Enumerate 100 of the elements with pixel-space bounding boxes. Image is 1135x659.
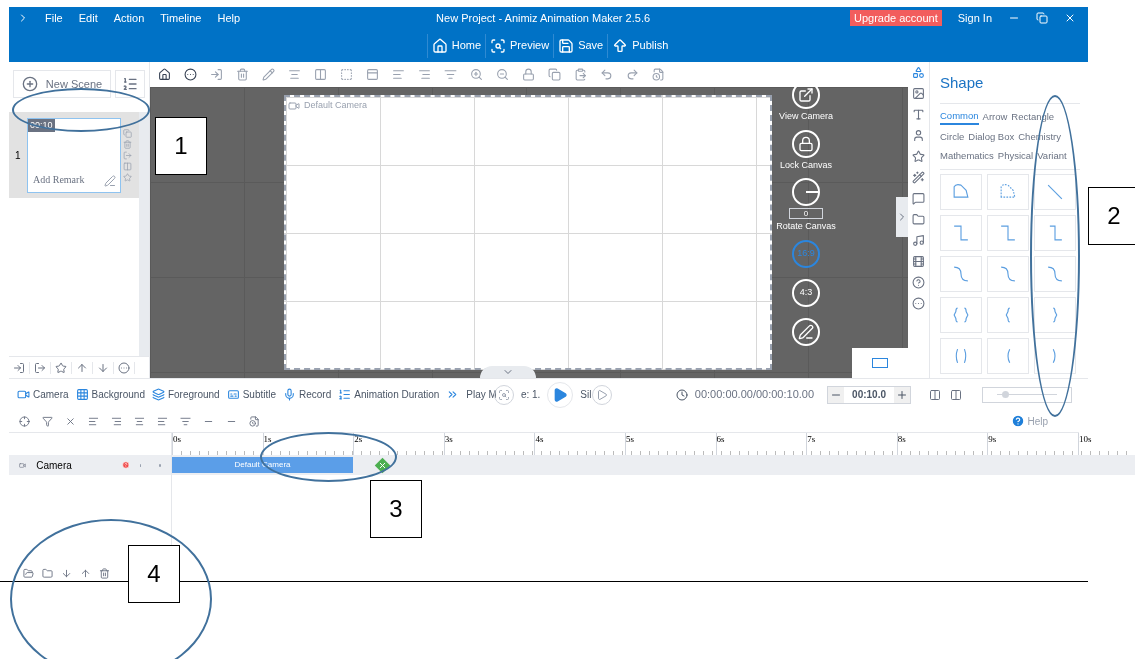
category-tab[interactable]: Mathematics (940, 149, 994, 164)
plus-icon[interactable] (896, 388, 908, 401)
copy-icon[interactable] (548, 68, 561, 81)
timeline-tool-button[interactable]: Subtitle (226, 387, 276, 402)
shape-tile[interactable] (1034, 256, 1076, 293)
export-icon[interactable] (34, 361, 46, 374)
align-icon[interactable] (157, 415, 168, 427)
shape-tile[interactable] (1034, 174, 1076, 211)
shape-tile[interactable] (940, 215, 982, 252)
align-icon[interactable] (134, 415, 145, 427)
shape-tile[interactable] (987, 297, 1029, 334)
text-icon[interactable] (912, 108, 925, 121)
category-tab[interactable]: Circle (940, 129, 965, 144)
slider-thumb[interactable] (1001, 391, 1009, 398)
move-down-icon[interactable] (97, 361, 109, 374)
timeline-tool-button[interactable]: Camera (17, 387, 69, 402)
new-scene-button[interactable]: New Scene (13, 70, 111, 98)
help-icon[interactable] (1011, 414, 1026, 428)
schedule-icon[interactable] (652, 68, 665, 81)
enter-icon[interactable] (210, 68, 223, 81)
redo-icon[interactable] (626, 68, 639, 81)
aspect-ratio-button[interactable]: 4:3 (792, 278, 820, 307)
edit-icon[interactable] (104, 174, 116, 187)
effect-icon[interactable] (912, 171, 925, 184)
home-icon[interactable] (158, 68, 171, 81)
scene-action-icon[interactable] (123, 161, 132, 171)
menu-item[interactable]: Timeline (160, 9, 202, 27)
shape-tile[interactable] (940, 256, 982, 293)
edit-icon[interactable] (262, 68, 275, 81)
duration-stepper[interactable]: 00:10.0 (827, 385, 911, 404)
zoom-slider[interactable] (982, 386, 1072, 403)
canvas-control-button[interactable] (792, 129, 820, 158)
paste-icon[interactable] (574, 68, 587, 81)
menu-item[interactable]: Edit (78, 9, 98, 27)
favorite-icon[interactable] (55, 361, 67, 374)
menu-item[interactable]: File (45, 9, 63, 27)
character-icon[interactable] (912, 129, 925, 142)
move-up-icon[interactable] (80, 567, 91, 579)
group-icon[interactable] (340, 68, 353, 81)
panel-icon[interactable] (366, 68, 379, 81)
distribute-icon[interactable] (180, 415, 191, 427)
film-icon[interactable] (912, 255, 925, 268)
scene-list-button[interactable] (115, 70, 145, 98)
clear-icon[interactable] (65, 415, 76, 427)
timeline-tool-button[interactable]: Record (283, 387, 332, 402)
delete-icon[interactable] (236, 68, 249, 81)
scene-action-icon[interactable] (123, 172, 132, 182)
align-right-icon[interactable] (418, 68, 431, 81)
canvas-control-button[interactable] (792, 178, 820, 206)
timeline-tool-button[interactable]: Foreground (151, 387, 220, 402)
scene-action-icon[interactable] (123, 150, 132, 160)
align-icon[interactable] (88, 415, 99, 427)
sticker-icon[interactable] (912, 150, 925, 163)
timeline-tool-button[interactable]: Animation Duration (338, 387, 440, 402)
category-tab[interactable]: Physical (997, 149, 1034, 164)
toolbar-button[interactable]: Home (426, 33, 486, 58)
add-keyframe-icon[interactable] (374, 457, 391, 473)
align-icon[interactable] (111, 415, 122, 427)
close-icon[interactable] (1064, 12, 1076, 24)
shape-tile[interactable] (940, 297, 982, 334)
lock-icon[interactable] (522, 68, 535, 81)
track-header[interactable]: Camera (9, 455, 171, 475)
schedule-icon[interactable] (249, 415, 260, 427)
target-icon[interactable] (19, 415, 30, 427)
undo-icon[interactable] (600, 68, 613, 81)
distribute-icon[interactable] (314, 68, 327, 81)
more-icon[interactable] (912, 297, 925, 310)
category-tab[interactable]: Common (940, 108, 979, 125)
toolbar-button[interactable]: Preview (485, 33, 554, 58)
shape-icon[interactable] (912, 66, 925, 79)
shape-tile[interactable] (987, 174, 1029, 211)
more-icon[interactable] (184, 68, 197, 81)
folder-icon[interactable] (912, 213, 925, 226)
expand-handle[interactable] (480, 366, 536, 378)
filter-icon[interactable] (42, 415, 53, 427)
music-icon[interactable] (912, 234, 925, 247)
image-folder-icon[interactable] (23, 567, 34, 579)
folder-icon[interactable] (42, 567, 53, 579)
shape-tile[interactable] (987, 215, 1029, 252)
shape-tile[interactable] (1034, 338, 1076, 375)
sign-in-link[interactable]: Sign In (957, 9, 992, 27)
restore-icon[interactable] (1036, 12, 1048, 24)
shape-tile[interactable] (1034, 215, 1076, 252)
category-tab[interactable]: Dialog Box (968, 129, 1015, 144)
menu-item[interactable]: Help (217, 9, 241, 27)
menu-item[interactable]: Action (113, 9, 145, 27)
timeline-tool-button[interactable]: Background (75, 387, 145, 402)
shape-tile[interactable] (1034, 297, 1076, 334)
align-left-icon[interactable] (392, 68, 405, 81)
help-icon[interactable] (121, 458, 130, 472)
shape-tile[interactable] (987, 256, 1029, 293)
zoom-in-icon[interactable] (470, 68, 483, 81)
shape-tile[interactable] (940, 338, 982, 375)
shape-tile[interactable] (987, 338, 1029, 375)
move-down-icon[interactable] (61, 567, 72, 579)
toolbar-button[interactable]: Save (553, 33, 608, 58)
shape-tile[interactable] (940, 174, 982, 211)
upgrade-button[interactable]: Upgrade account (849, 9, 942, 27)
speech-bubble-icon[interactable] (912, 192, 925, 205)
import-icon[interactable] (13, 361, 25, 374)
